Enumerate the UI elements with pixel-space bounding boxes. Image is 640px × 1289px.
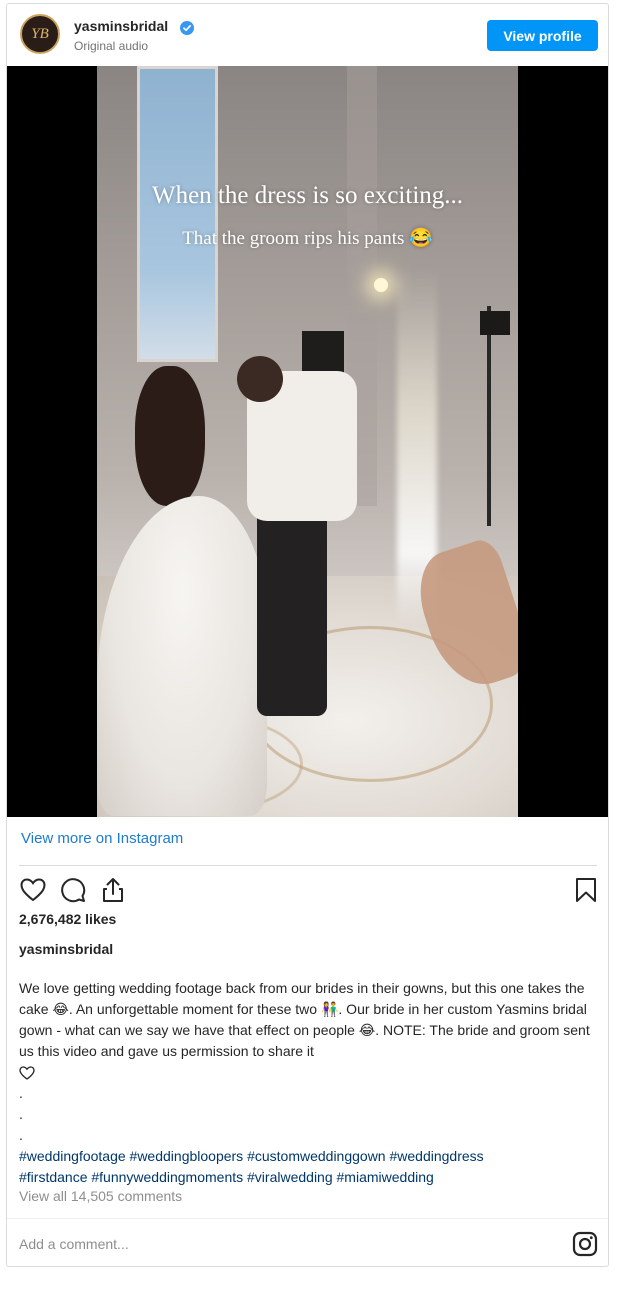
groom-figure (237, 356, 283, 402)
verified-badge-icon (180, 21, 194, 35)
video-frame: When the dress is so exciting... That th… (97, 66, 518, 817)
instagram-embed-card: YB yasminsbridal Original audio View pro… (6, 3, 609, 1267)
divider (7, 1218, 608, 1219)
instagram-icon[interactable] (572, 1231, 598, 1257)
light-fixture (480, 311, 510, 335)
wedding-dress (97, 496, 267, 816)
caption-dot: . (19, 1106, 23, 1122)
bookmark-icon[interactable] (572, 876, 600, 904)
comment-icon[interactable] (59, 876, 87, 904)
caption-dot: . (19, 1127, 23, 1143)
post-header: YB yasminsbridal Original audio View pro… (7, 4, 608, 66)
bride-figure (135, 366, 205, 506)
avatar-initials: YB (31, 25, 49, 42)
audio-label[interactable]: Original audio (74, 39, 148, 53)
caption-dot: . (19, 1085, 23, 1101)
background-window (137, 66, 218, 362)
like-count[interactable]: 2,676,482 likes (19, 911, 116, 927)
hashtags[interactable]: #firstdance #funnyweddingmoments #viralw… (19, 1167, 601, 1188)
comment-input[interactable]: Add a comment... (19, 1236, 129, 1252)
heart-icon[interactable] (19, 876, 47, 904)
username[interactable]: yasminsbridal (74, 18, 168, 34)
groom-pants (257, 506, 327, 716)
share-icon[interactable] (99, 876, 127, 904)
light-stand (487, 306, 491, 526)
view-profile-button[interactable]: View profile (487, 20, 598, 51)
hashtags[interactable]: #weddingfootage #weddingbloopers #custom… (19, 1146, 601, 1167)
video-caption-title: When the dress is so exciting... (151, 182, 464, 209)
view-all-comments-link[interactable]: View all 14,505 comments (19, 1188, 182, 1204)
stage-light (374, 278, 388, 292)
heart-emoji-icon (19, 1066, 35, 1081)
view-more-link[interactable]: View more on Instagram (21, 830, 183, 847)
video-player[interactable]: When the dress is so exciting... That th… (7, 66, 608, 817)
post-caption: We love getting wedding footage back fro… (19, 978, 601, 1188)
avatar[interactable]: YB (20, 14, 60, 54)
caption-text: We love getting wedding footage back fro… (19, 980, 590, 1059)
divider (19, 865, 597, 866)
caption-heart (19, 1062, 601, 1083)
caption-username[interactable]: yasminsbridal (19, 941, 113, 957)
video-caption-subtitle: That the groom rips his pants 😂 (182, 228, 433, 249)
